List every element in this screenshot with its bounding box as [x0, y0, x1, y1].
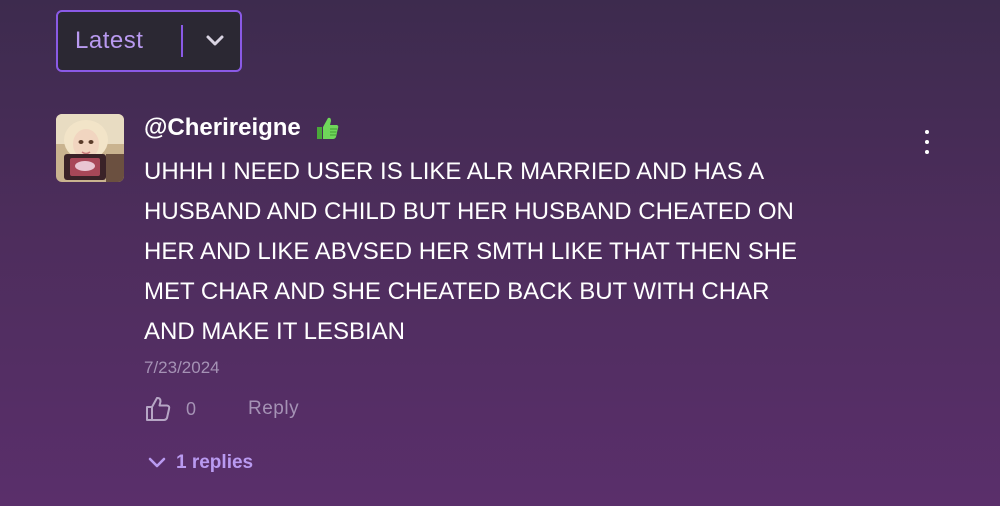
reply-button[interactable]: Reply	[248, 398, 299, 420]
comment-date: 7/23/2024	[144, 358, 220, 377]
like-count: 0	[186, 398, 197, 419]
comment-text-line: HUSBAND AND CHILD BUT HER HUSBAND CHEATE…	[144, 198, 794, 225]
thumbs-up-icon	[313, 114, 341, 142]
comment-text-line: UHHH I NEED USER IS LIKE ALR MARRIED AND…	[144, 158, 765, 185]
chevron-down-icon	[148, 457, 166, 469]
sort-dropdown[interactable]: Latest	[56, 10, 242, 72]
show-replies-button[interactable]: 1 replies	[148, 448, 904, 478]
comment-text-line: AND MAKE IT LESBIAN	[144, 318, 405, 345]
avatar[interactable]	[56, 114, 124, 182]
more-options-icon[interactable]	[916, 128, 938, 156]
chevron-down-icon[interactable]	[203, 29, 227, 53]
username-row: @Cherireigne	[144, 114, 904, 142]
sort-divider	[181, 25, 183, 57]
replies-label: 1 replies	[176, 452, 254, 473]
comment-text-line: HER AND LIKE ABVSED HER SMTH LIKE THAT T…	[144, 238, 798, 265]
comment-actions: 0 Reply	[144, 394, 904, 424]
thumbs-up-outline-icon	[144, 395, 172, 423]
username[interactable]: @Cherireigne	[144, 114, 301, 142]
comment-body: @Cherireigne UHHH I NEED USER IS LIKE AL…	[144, 114, 904, 478]
sort-label: Latest	[75, 27, 144, 54]
comment-text-line: MET CHAR AND SHE CHEATED BACK BUT WITH C…	[144, 278, 770, 305]
comment-text: UHHH I NEED USER IS LIKE ALR MARRIED AND…	[144, 152, 904, 352]
like-button[interactable]: 0	[144, 395, 196, 423]
